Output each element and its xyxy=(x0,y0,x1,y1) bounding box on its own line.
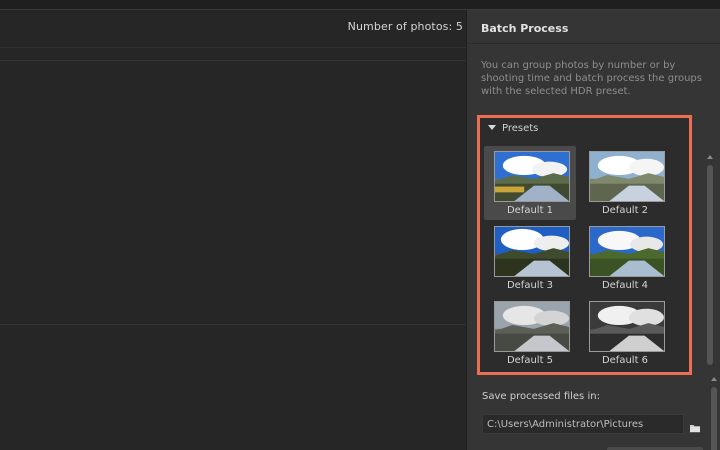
folder-icon[interactable] xyxy=(689,419,701,433)
preset-label: Default 1 xyxy=(506,205,554,216)
presets-scrollbar[interactable] xyxy=(707,155,713,375)
triangle-down-icon[interactable] xyxy=(488,125,496,130)
preset-default-6[interactable]: Default 6 xyxy=(579,296,671,370)
preset-thumbnail xyxy=(494,301,570,352)
preset-default-5[interactable]: Default 5 xyxy=(484,296,576,370)
preset-default-4[interactable]: Default 4 xyxy=(579,221,671,295)
scroll-up-icon[interactable] xyxy=(711,377,717,381)
divider xyxy=(0,324,466,325)
photo-area: Number of photos: 5 xyxy=(0,10,466,450)
preset-label: Default 4 xyxy=(601,280,649,291)
presets-section: Presets Default 1 Default 2 Default 3 De… xyxy=(477,115,692,375)
batch-process-panel: Batch Process You can group photos by nu… xyxy=(466,10,720,450)
preset-thumbnail xyxy=(589,226,665,277)
divider xyxy=(0,47,466,48)
preset-thumbnail xyxy=(589,301,665,352)
photo-count: Number of photos: 5 xyxy=(347,20,463,33)
presets-header[interactable]: Presets xyxy=(488,123,538,134)
scroll-up-icon[interactable] xyxy=(707,155,713,159)
presets-title: Presets xyxy=(502,123,539,134)
preset-label: Default 2 xyxy=(601,205,649,216)
preset-label: Default 5 xyxy=(506,355,554,366)
scroll-thumb[interactable] xyxy=(707,165,713,365)
preset-default-2[interactable]: Default 2 xyxy=(579,146,671,220)
save-path-field[interactable]: C:\Users\Administrator\Pictures xyxy=(482,414,684,434)
preset-default-3[interactable]: Default 3 xyxy=(484,221,576,295)
preset-default-1[interactable]: Default 1 xyxy=(484,146,576,220)
presets-grid: Default 1 Default 2 Default 3 Default 4 … xyxy=(484,146,672,368)
panel-description: You can group photos by number or by sho… xyxy=(481,60,702,97)
panel-scrollbar[interactable] xyxy=(711,375,717,450)
top-toolbar xyxy=(0,0,720,10)
preset-thumbnail xyxy=(494,226,570,277)
divider xyxy=(0,60,466,61)
preset-thumbnail xyxy=(494,151,570,202)
save-location-label: Save processed files in: xyxy=(482,391,600,402)
preset-label: Default 6 xyxy=(601,355,649,366)
panel-title: Batch Process xyxy=(467,10,720,44)
preset-label: Default 3 xyxy=(506,280,554,291)
preset-thumbnail xyxy=(589,151,665,202)
scroll-thumb[interactable] xyxy=(711,387,717,450)
